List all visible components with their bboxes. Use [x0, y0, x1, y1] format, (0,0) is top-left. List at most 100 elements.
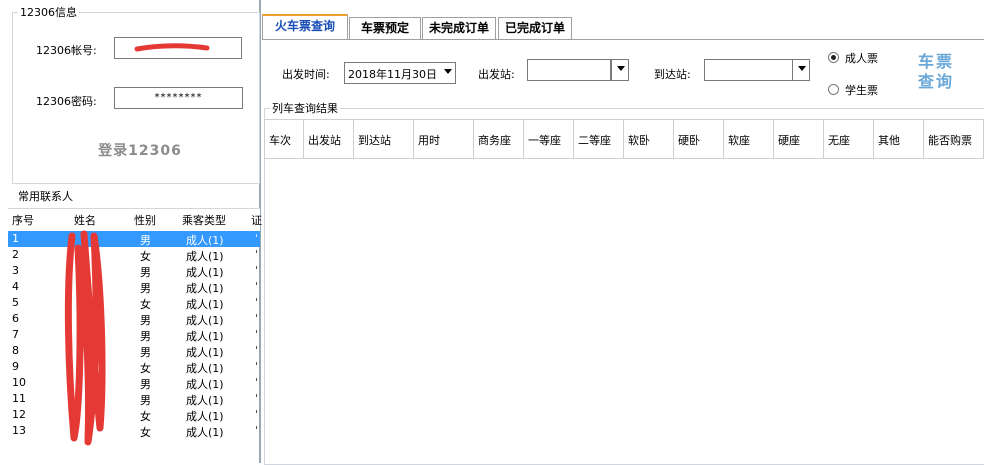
row-no: 13	[12, 424, 26, 437]
row-gender: 男	[140, 266, 151, 279]
table-row[interactable]: 12 女 成人(1) ˈ	[8, 407, 260, 423]
adult-ticket-label[interactable]: 成人票	[845, 50, 878, 66]
row-id-cell: ˈ	[255, 376, 259, 389]
row-type: 成人(1)	[186, 234, 224, 247]
tab-ticket-booking[interactable]: 车票预定	[349, 17, 421, 39]
password-input[interactable]: ********	[114, 87, 243, 109]
tab-divider	[262, 39, 984, 40]
row-type: 成人(1)	[186, 378, 224, 391]
row-no: 8	[12, 344, 19, 357]
redaction-mark	[134, 43, 210, 52]
results-table-header: 车次 出发站 到达站 用时 商务座 一等座 二等座 软卧 硬卧 软座 硬座 无座 其他 能否购票	[264, 119, 984, 159]
result-col-header[interactable]: 硬卧	[674, 119, 724, 159]
tab-completed-orders[interactable]: 已完成订单	[498, 17, 572, 39]
password-mask: ********	[154, 92, 203, 103]
row-no: 3	[12, 264, 19, 277]
row-gender: 女	[140, 426, 151, 439]
username-label: 12306帐号:	[36, 44, 97, 57]
row-id-cell: ˈ	[255, 424, 259, 437]
login-button[interactable]: 登录12306	[94, 140, 186, 160]
main-tabstrip: 火车票查询 车票预定 未完成订单 已完成订单	[262, 14, 984, 40]
chevron-down-icon	[798, 66, 806, 71]
result-col-header[interactable]: 能否购票	[924, 119, 984, 159]
query-button-line1: 车票	[917, 52, 954, 71]
row-no: 12	[12, 408, 26, 421]
result-col-header[interactable]: 二等座	[574, 119, 624, 159]
row-gender: 女	[140, 298, 151, 311]
tab-pending-orders[interactable]: 未完成订单	[422, 17, 496, 39]
to-station-input[interactable]	[704, 59, 794, 81]
results-title: 列车查询结果	[270, 100, 340, 116]
result-col-header[interactable]: 无座	[824, 119, 874, 159]
row-gender: 男	[140, 394, 151, 407]
table-row[interactable]: 8 男 成人(1) ˈ	[8, 343, 260, 359]
row-type: 成人(1)	[186, 298, 224, 311]
result-col-header[interactable]: 用时	[414, 119, 474, 159]
student-ticket-label[interactable]: 学生票	[845, 82, 878, 98]
to-station-label: 到达站:	[654, 68, 691, 81]
username-input[interactable]	[114, 37, 242, 59]
row-no: 11	[12, 392, 26, 405]
row-gender: 男	[140, 330, 151, 343]
chevron-down-icon	[617, 66, 625, 71]
table-row[interactable]: 13 女 成人(1) ˈ	[8, 423, 260, 439]
result-col-header[interactable]: 硬座	[774, 119, 824, 159]
depart-date-picker[interactable]: 2018年11月30日	[344, 62, 456, 84]
row-gender: 女	[140, 250, 151, 263]
row-type: 成人(1)	[186, 410, 224, 423]
col-id[interactable]: 证	[251, 212, 262, 228]
col-type[interactable]: 乘客类型	[182, 212, 226, 228]
row-gender: 男	[140, 378, 151, 391]
col-name[interactable]: 姓名	[74, 212, 96, 228]
table-row[interactable]: 7 男 成人(1) ˈ	[8, 327, 260, 343]
depart-time-label: 出发时间:	[282, 68, 330, 81]
from-station-label: 出发站:	[478, 68, 515, 81]
row-gender: 女	[140, 410, 151, 423]
from-station-dropdown[interactable]	[611, 59, 629, 81]
row-gender: 男	[140, 282, 151, 295]
row-id-cell: ˈ	[255, 392, 259, 405]
table-row[interactable]: 10 男 成人(1) ˈ	[8, 375, 260, 391]
result-col-header[interactable]: 出发站	[304, 119, 354, 159]
row-type: 成人(1)	[186, 346, 224, 359]
row-no: 5	[12, 296, 19, 309]
col-no[interactable]: 序号	[12, 212, 34, 228]
result-col-header[interactable]: 商务座	[474, 119, 524, 159]
row-id-cell: ˈ	[255, 408, 259, 421]
row-id-cell: ˈ	[255, 264, 259, 277]
table-row[interactable]: 5 女 成人(1) ˈ	[8, 295, 260, 311]
student-ticket-radio[interactable]	[828, 84, 839, 95]
to-station-dropdown[interactable]	[792, 59, 810, 81]
chevron-down-icon	[444, 69, 452, 74]
contacts-table-header: 序号 姓名 性别 乘客类型 证	[8, 208, 262, 232]
result-col-header[interactable]: 软座	[724, 119, 774, 159]
row-id-cell: ˈ	[255, 232, 259, 245]
table-row[interactable]: 11 男 成人(1) ˈ	[8, 391, 260, 407]
result-col-header[interactable]: 其他	[874, 119, 924, 159]
row-no: 2	[12, 248, 19, 261]
contacts-title: 常用联系人	[18, 190, 73, 203]
col-gender[interactable]: 性别	[134, 212, 156, 228]
contacts-table-body: 1 男成人(1) ˈ 2 女成人(1) ˈ 3 男成人(1) ˈ 4 男成人(1) ˈ 5 女成人(1) ˈ…	[8, 231, 260, 439]
tab-train-query[interactable]: 火车票查询	[262, 14, 348, 40]
result-col-header[interactable]: 车次	[264, 119, 304, 159]
table-row[interactable]: 4 男 成人(1) ˈ	[8, 279, 260, 295]
row-id-cell: ˈ	[255, 280, 259, 293]
row-gender: 男	[140, 346, 151, 359]
depart-date-value: 2018年11月30日	[348, 68, 437, 81]
result-col-header[interactable]: 一等座	[524, 119, 574, 159]
table-row[interactable]: 3 男 成人(1) ˈ	[8, 263, 260, 279]
table-row[interactable]: 1 男 成人(1) ˈ	[8, 231, 260, 247]
result-col-header[interactable]: 到达站	[354, 119, 414, 159]
result-col-header[interactable]: 软卧	[624, 119, 674, 159]
table-row[interactable]: 2 女 成人(1) ˈ	[8, 247, 260, 263]
from-station-input[interactable]	[527, 59, 611, 81]
row-no: 4	[12, 280, 19, 293]
table-row[interactable]: 6 男 成人(1) ˈ	[8, 311, 260, 327]
adult-ticket-radio[interactable]	[828, 52, 839, 63]
row-type: 成人(1)	[186, 250, 224, 263]
query-button[interactable]: 车票 查询	[912, 52, 960, 96]
row-type: 成人(1)	[186, 394, 224, 407]
table-row[interactable]: 9 女 成人(1) ˈ	[8, 359, 260, 375]
row-id-cell: ˈ	[255, 312, 259, 325]
